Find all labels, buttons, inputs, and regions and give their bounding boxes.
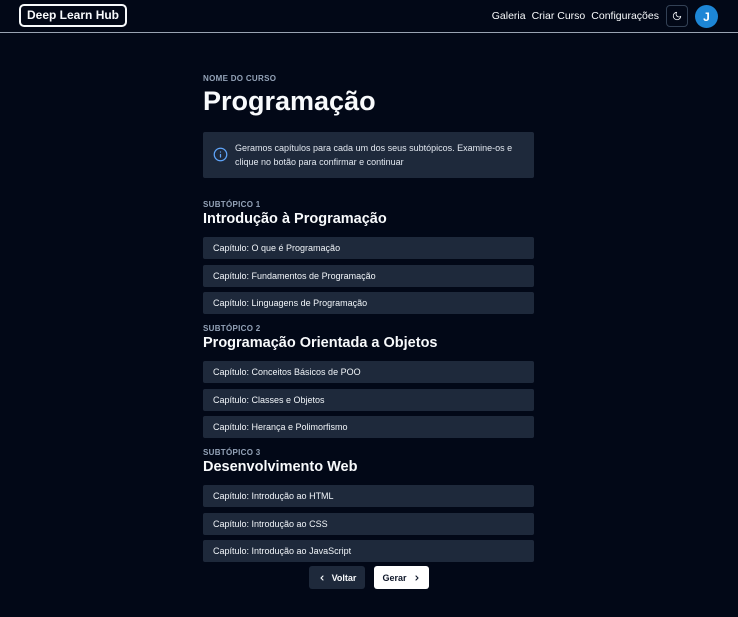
nav-gallery-link[interactable]: Galeria [492, 10, 526, 22]
user-avatar[interactable]: J [695, 5, 718, 28]
course-title: Programação [203, 86, 376, 116]
subtopic-label: SUBTÓPICO 3 [203, 448, 261, 457]
chevron-right-icon [414, 574, 419, 581]
chapter-item: Capítulo: Conceitos Básicos de POO [203, 361, 534, 383]
nav-links: Galeria Criar Curso Configurações [492, 0, 659, 32]
subtopic-title: Desenvolvimento Web [203, 459, 358, 475]
nav-settings-link[interactable]: Configurações [591, 10, 659, 22]
subtopic-title: Programação Orientada a Objetos [203, 335, 438, 351]
subtopic-3: SUBTÓPICO 3 Desenvolvimento Web Capítulo… [203, 448, 534, 562]
subtopic-title: Introdução à Programação [203, 211, 387, 227]
theme-toggle-button[interactable] [666, 5, 688, 27]
subtopic-label: SUBTÓPICO 1 [203, 200, 261, 209]
back-button-label: Voltar [331, 572, 357, 583]
generate-button-label: Gerar [382, 572, 407, 583]
subtopic-1: SUBTÓPICO 1 Introdução à Programação Cap… [203, 200, 534, 314]
subtopic-2: SUBTÓPICO 2 Programação Orientada a Obje… [203, 324, 534, 438]
top-navbar: Deep Learn Hub Galeria Criar Curso Confi… [0, 0, 738, 33]
chapter-item: Capítulo: Introdução ao HTML [203, 485, 534, 507]
chevron-left-icon [319, 574, 324, 581]
chapter-item: Capítulo: Linguagens de Programação [203, 292, 534, 314]
chapter-item: Capítulo: Introdução ao JavaScript [203, 540, 534, 562]
chapter-item: Capítulo: O que é Programação [203, 237, 534, 259]
chapter-item: Capítulo: Fundamentos de Programação [203, 264, 534, 287]
generate-button[interactable]: Gerar [374, 566, 429, 589]
info-icon [213, 147, 228, 162]
nav-create-course-link[interactable]: Criar Curso [532, 10, 586, 22]
course-confirmation-panel: NOME DO CURSO Programação Geramos capítu… [203, 74, 534, 568]
back-button[interactable]: Voltar [309, 566, 365, 589]
info-alert: Geramos capítulos para cada um dos seus … [203, 132, 534, 178]
info-alert-text: Geramos capítulos para cada um dos seus … [235, 143, 513, 167]
chapter-item: Capítulo: Herança e Polimorfismo [203, 416, 534, 438]
chapter-item: Capítulo: Classes e Objetos [203, 388, 534, 411]
moon-icon [672, 11, 682, 21]
chapter-item: Capítulo: Introdução ao CSS [203, 512, 534, 535]
course-name-label: NOME DO CURSO [203, 74, 277, 83]
logo[interactable]: Deep Learn Hub [19, 4, 128, 27]
subtopic-label: SUBTÓPICO 2 [203, 324, 261, 333]
